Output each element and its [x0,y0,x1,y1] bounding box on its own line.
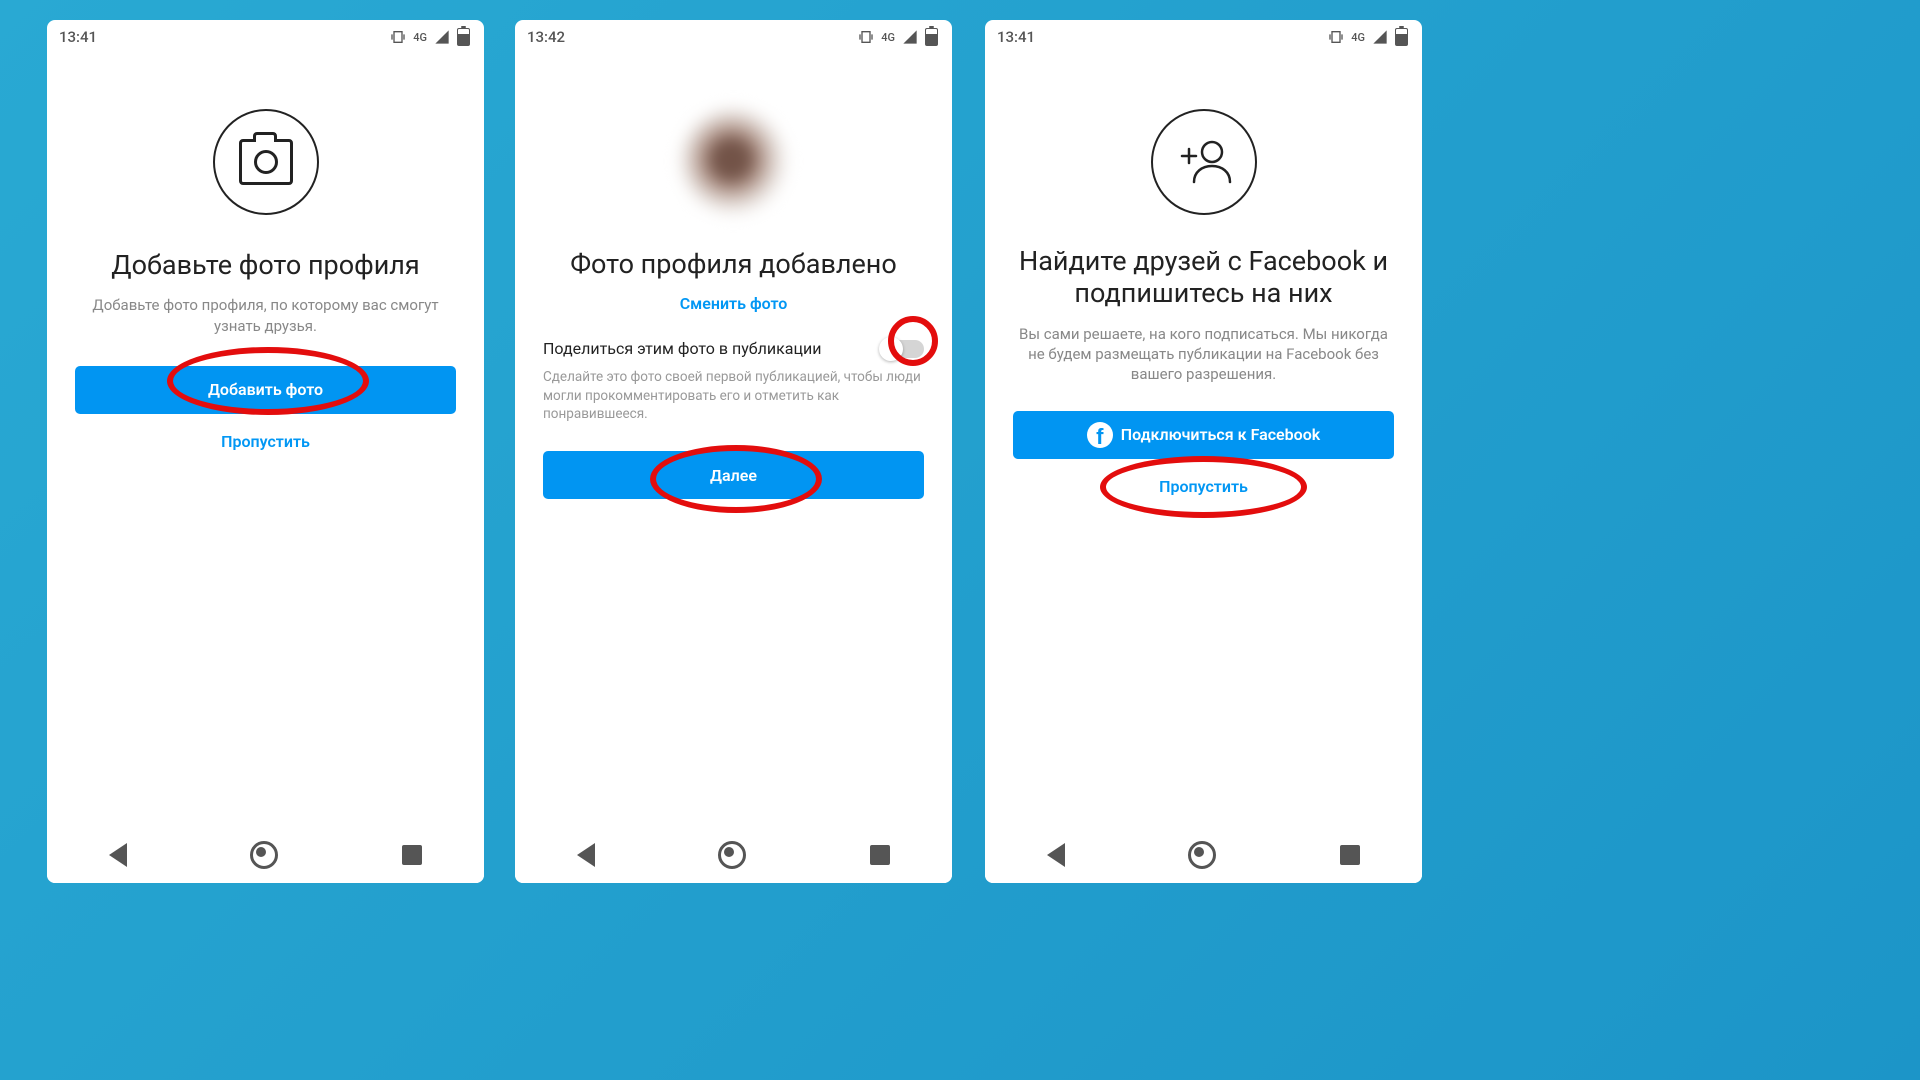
battery-icon [925,28,938,46]
recents-button[interactable] [870,845,890,865]
network-label: 4G [1351,32,1365,43]
status-bar: 13:42 4G [515,20,952,54]
status-bar: 13:41 4G [985,20,1422,54]
vibrate-icon [858,29,874,45]
change-photo-link[interactable]: Сменить фото [515,294,952,313]
screen-subtitle: Добавьте фото профиля, по которому вас с… [47,295,484,336]
back-button[interactable] [109,843,127,867]
screen-title: Добавьте фото профиля [47,249,484,281]
skip-link[interactable]: Пропустить [985,477,1422,496]
next-button[interactable]: Далее [543,451,924,499]
facebook-icon: f [1087,422,1113,448]
vibrate-icon [390,29,406,45]
android-nav-bar [47,827,484,883]
profile-avatar [681,109,786,214]
battery-icon [1395,28,1408,46]
skip-link[interactable]: Пропустить [47,432,484,451]
back-button[interactable] [1047,843,1065,867]
camera-icon-placeholder [213,109,319,215]
android-nav-bar [985,827,1422,883]
signal-icon [902,29,918,45]
android-nav-bar [515,827,952,883]
add-user-icon [1174,138,1234,186]
share-toggle[interactable] [880,340,924,358]
add-photo-button[interactable]: Добавить фото [75,366,456,414]
status-time: 13:41 [997,28,1035,46]
home-button[interactable] [1188,841,1216,869]
connect-facebook-button[interactable]: f Подключиться к Facebook [1013,411,1394,459]
signal-icon [1372,29,1388,45]
back-button[interactable] [577,843,595,867]
phone-screen-find-friends: 13:41 4G Найдите друзей с Facebook и под… [985,20,1422,883]
phone-screen-photo-added: 13:42 4G Фото профиля добавлено Сменить … [515,20,952,883]
stage: 13:41 4G Добавьте фото профиля Добавьте … [0,0,1920,1080]
signal-icon [434,29,450,45]
vibrate-icon [1328,29,1344,45]
home-button[interactable] [718,841,746,869]
battery-icon [457,28,470,46]
status-time: 13:41 [59,28,97,46]
status-time: 13:42 [527,28,565,46]
network-label: 4G [413,32,427,43]
home-button[interactable] [250,841,278,869]
network-label: 4G [881,32,895,43]
add-user-icon-circle [1151,109,1257,215]
screen-subtitle: Вы сами решаете, на кого подписаться. Мы… [985,324,1422,385]
recents-button[interactable] [1340,845,1360,865]
phone-screen-add-photo: 13:41 4G Добавьте фото профиля Добавьте … [47,20,484,883]
screen-title: Найдите друзей с Facebook и подпишитесь … [985,245,1422,310]
recents-button[interactable] [402,845,422,865]
share-toggle-label: Поделиться этим фото в публикации [543,339,821,358]
status-bar: 13:41 4G [47,20,484,54]
screen-title: Фото профиля добавлено [515,248,952,280]
share-hint: Сделайте это фото своей первой публикаци… [515,358,952,423]
